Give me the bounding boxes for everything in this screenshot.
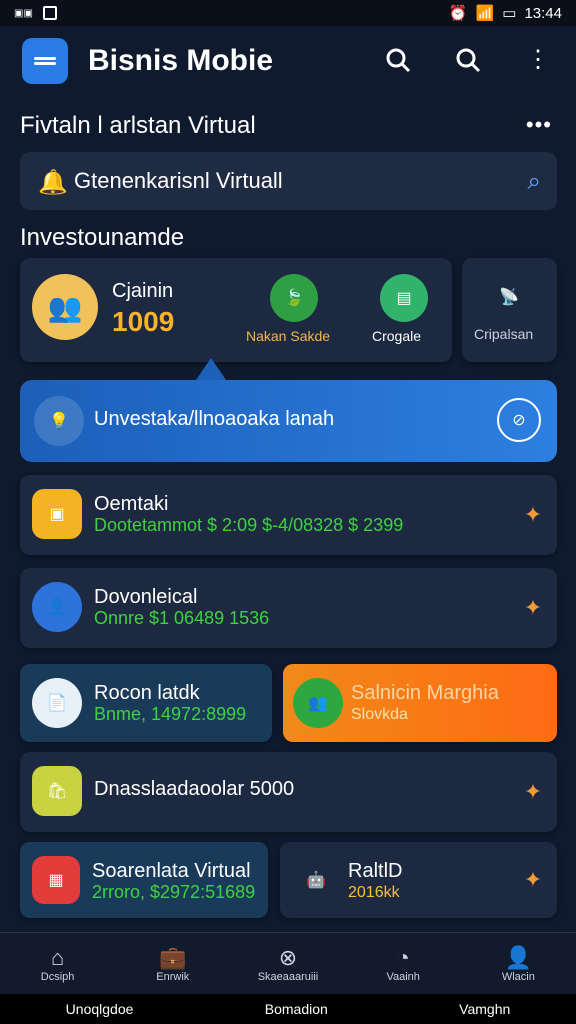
chat-icon: ▣ <box>32 489 82 539</box>
nav-label-briefcase: Enrwik <box>156 971 190 983</box>
menu-icon[interactable] <box>22 38 68 84</box>
sim-icon: ▣▣ <box>14 7 33 19</box>
side-card[interactable]: 📡 Cripalsan <box>462 258 557 362</box>
app-title: Bisnis Mobie <box>88 44 274 77</box>
card-right-title: RaltlD <box>348 860 403 882</box>
status-bar: ▣▣ ⏰ 📶 ▭ 13:44 <box>0 0 576 26</box>
square-icon <box>42 6 57 20</box>
card-left[interactable]: 📄 Rocon latdk Bnme, 14972:8999 <box>20 664 272 742</box>
nav-label-timer: Vaainh <box>386 971 420 983</box>
app-bar: Bisnis Mobie ⋮ <box>0 30 576 94</box>
summary-card[interactable]: 👥 Cjainin 1009 🍃 Nakan Sakde ▤ Crogale <box>20 258 452 362</box>
summary-value: 1009 <box>112 306 175 337</box>
card-right-detail: 2016kk <box>348 884 400 901</box>
list-item[interactable]: 🛍 Dnasslaadaoolar 5000 ✦ <box>20 752 557 832</box>
search-icon[interactable] <box>450 42 486 78</box>
list-item[interactable]: 👤 Dovonleical Onnre $1 06489 1536 ✦ <box>20 568 557 648</box>
person-icon: 👤 <box>32 582 82 632</box>
nav-label-user: Wlacin <box>501 971 535 983</box>
bottom-navigation: ⌂ Dcsiph 💼 Enrwik ⊗ Skaeaaaruiii ◔ Vaain… <box>0 932 576 995</box>
nav-item-cancel[interactable]: ⊗ Skaeaaaruiii <box>238 945 338 983</box>
system-strip: Unoqlgdoe Bomadion Vamghn <box>0 994 576 1024</box>
robot-icon: 🤖 <box>306 872 326 889</box>
nav-item-briefcase[interactable]: 💼 Enrwik <box>123 945 223 983</box>
list-item[interactable]: ▣ Oemtaki Dootetammot $ 2:09 $-4/08328 $… <box>20 475 557 555</box>
side-label: Cripalsan <box>474 326 534 342</box>
action-one[interactable]: Nakan Sakde <box>246 328 330 344</box>
calendar-icon: ▦ <box>32 856 80 904</box>
nav-item-home[interactable]: ⌂ Dcsiph <box>8 945 108 983</box>
section-title-virtual: Fivtaln l arlstan Virtual <box>20 112 256 139</box>
row-title: Oemtaki <box>94 493 169 515</box>
card-left-title: Rocon latdk <box>94 682 200 704</box>
status-left: ▣▣ <box>14 6 57 20</box>
action-two[interactable]: Crogale <box>372 328 421 344</box>
avatar-group-icon: 👥 <box>32 274 98 340</box>
card-left-detail: Bnme, 14972:8999 <box>94 704 247 724</box>
card-left-detail: 2rroro, $2972:51689 <box>92 882 256 902</box>
lightbulb-icon: 💡 <box>34 396 84 446</box>
star-icon[interactable]: ✦ <box>519 778 547 806</box>
row-detail: Onnre $1 06489 1536 <box>94 608 270 628</box>
status-time: 13:44 <box>524 4 562 22</box>
leaf-icon[interactable]: 🍃 <box>270 274 318 322</box>
row-title: Dnasslaadaoolar 5000 <box>94 778 295 800</box>
alarm-icon: ⏰ <box>448 5 468 22</box>
star-icon[interactable]: ✦ <box>519 594 547 622</box>
people-icon: 👥 <box>293 678 343 728</box>
card-right[interactable]: 🤖 RaltlD 2016kk ✦ <box>280 842 557 918</box>
card-left-title: Soarenlata Virtual <box>92 860 251 882</box>
user-icon: 👤 <box>504 945 533 970</box>
document-icon: 📄 <box>32 678 82 728</box>
promo-pointer <box>196 358 226 380</box>
search-icon[interactable]: ⌕ <box>528 168 541 196</box>
nav-item-timer[interactable]: ◔ Vaainh <box>353 945 453 983</box>
card-right-title: Salnicin Marghia <box>351 682 499 704</box>
more-dots[interactable]: ••• <box>526 112 552 138</box>
strip-label-right: Vamghn <box>459 1001 511 1017</box>
nav-item-user[interactable]: 👤 Wlacin <box>468 945 568 983</box>
cancel-circle-icon: ⊗ <box>278 945 298 970</box>
app-actions: ⋮ <box>380 42 556 78</box>
nav-label-cancel: Skaeaaaruiii <box>257 971 319 983</box>
briefcase-icon: 💼 <box>159 945 187 970</box>
star-icon[interactable]: ✦ <box>519 866 547 894</box>
promo-banner[interactable]: 💡 Unvestaka/llnoaoaka lanah ⊘ <box>20 380 557 462</box>
strip-label-left: Unoqlgdoe <box>65 1001 134 1017</box>
status-right: ⏰ 📶 ▭ 13:44 <box>448 4 562 23</box>
card-left[interactable]: ▦ Soarenlata Virtual 2rroro, $2972:51689 <box>20 842 268 918</box>
search-bar[interactable]: 🔔 Gtenenkarisnl Virtuall ⌕ <box>20 152 557 210</box>
battery-icon: ▭ <box>502 5 517 22</box>
search-icon[interactable] <box>380 42 416 78</box>
promo-text: Unvestaka/llnoaoaka lanah <box>94 408 335 430</box>
row-title: Dovonleical <box>94 586 198 608</box>
bell-icon: 🔔 <box>38 169 68 196</box>
home-icon: ⌂ <box>50 945 65 970</box>
compass-icon[interactable]: ⊘ <box>497 398 541 442</box>
card-right[interactable]: 👥 Salnicin Marghia Slovkda <box>283 664 557 742</box>
star-icon[interactable]: ✦ <box>519 501 547 529</box>
nav-label-home: Dcsiph <box>40 971 75 983</box>
summary-label: Cjainin <box>112 280 174 302</box>
section-title-invest: Investounamde <box>20 224 185 251</box>
timer-icon: ◔ <box>396 945 410 970</box>
wallet-icon[interactable]: ▤ <box>380 274 428 322</box>
row-detail: Dootetammot $ 2:09 $-4/08328 $ 2399 <box>94 515 404 535</box>
shop-icon: 🛍 <box>32 766 82 816</box>
card-right-detail: Slovkda <box>351 706 408 723</box>
wifi-icon: 📶 <box>475 5 495 22</box>
strip-label-center: Bomadion <box>264 1001 328 1017</box>
search-text: Gtenenkarisnl Virtuall <box>74 168 283 193</box>
more-vertical-icon[interactable]: ⋮ <box>520 42 556 78</box>
satellite-icon: 📡 <box>499 289 519 306</box>
